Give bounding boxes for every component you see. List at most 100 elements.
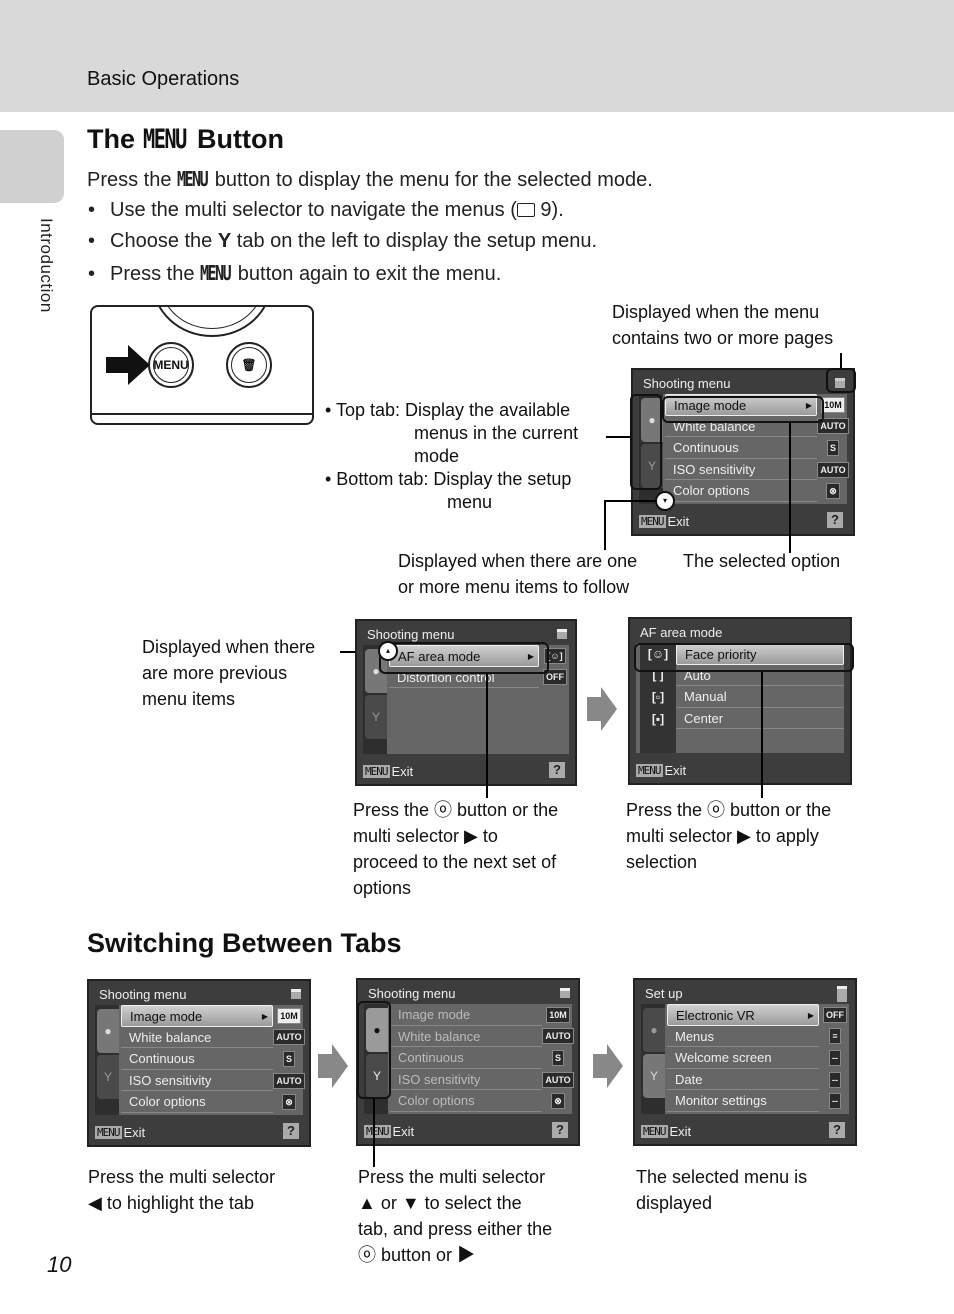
next-step-arrow-icon <box>593 1044 623 1088</box>
caption-line: Press the multi selector <box>358 1167 546 1187</box>
leader-line <box>373 1099 375 1167</box>
menu-row[interactable]: ISO sensitivity <box>665 459 817 481</box>
title-suffix: Button <box>189 124 285 154</box>
menu-glyph: MENU <box>200 261 232 285</box>
menu-badge-icon: MENU <box>364 1124 391 1138</box>
menu-row[interactable]: Date <box>667 1069 819 1091</box>
callout-tabs <box>357 1001 391 1099</box>
lcd-footer: MENU Exit ? <box>364 1121 572 1141</box>
note-selected-option: The selected option <box>683 551 841 571</box>
menu-row[interactable]: Image mode <box>390 1004 542 1026</box>
single-shot-icon: S <box>282 1050 295 1067</box>
menu-row[interactable]: Color options <box>121 1091 273 1113</box>
single-shot-icon: S <box>551 1049 564 1066</box>
lcd-rows: Image mode White balance Continuous ISO … <box>390 1004 542 1112</box>
bullet-item: • Use the multi selector to navigate the … <box>88 199 564 221</box>
menu-row[interactable]: ISO sensitivity <box>121 1070 273 1092</box>
menu-row[interactable]: Menus <box>667 1026 819 1048</box>
menu-row[interactable]: Continuous <box>121 1048 273 1070</box>
menu-row[interactable]: Manual <box>676 686 844 708</box>
menu-badge-icon: MENU <box>636 763 663 777</box>
bullet-item: • Press the MENU button again to exit the… <box>88 261 502 285</box>
note-line: mode <box>414 446 460 466</box>
exit-label: Exit <box>392 1123 415 1139</box>
note-line: Press the ⓞ button or the <box>353 800 559 820</box>
note-line: menus in the current <box>414 423 579 443</box>
leader-line <box>761 672 763 798</box>
lcd-title: Set up <box>645 986 683 1001</box>
section-label: Basic Operations <box>87 68 240 90</box>
camera-tab-icon[interactable]: ● <box>97 1009 119 1053</box>
note-previous: Displayed when there are more previous m… <box>142 634 315 712</box>
caption-line: ▲ or ▼ to select the <box>358 1193 522 1213</box>
callout-selected-option <box>379 642 549 674</box>
page-indicator-icon <box>291 989 301 999</box>
leader-line <box>840 353 842 368</box>
caption-line: The selected menu is <box>636 1167 808 1187</box>
lcd-rows: Image mode ▶ White balance Continuous ISO… <box>121 1005 273 1113</box>
help-icon[interactable]: ? <box>552 1122 568 1138</box>
camera-tab-icon[interactable]: ● <box>643 1008 665 1052</box>
menu-row[interactable]: Continuous <box>665 437 817 459</box>
menu-row[interactable]: White balance <box>390 1026 542 1048</box>
menu-row[interactable]: White balance <box>121 1027 273 1049</box>
submenu-arrow-icon: ▶ <box>807 1011 814 1020</box>
menu-row[interactable]: Color options <box>390 1090 542 1112</box>
caption-line: tab, and press either the <box>358 1219 553 1239</box>
help-icon[interactable]: ? <box>283 1123 299 1139</box>
lcd-setting-icons: 10M AUTO S AUTO ⊗ <box>817 394 849 502</box>
next-step-arrow-icon <box>587 687 617 731</box>
note-tabs: • Top tab: Display the available menus i… <box>325 399 578 514</box>
off-icon: OFF <box>823 1006 847 1023</box>
leader-line <box>486 674 488 798</box>
lcd-title: Shooting menu <box>643 376 731 391</box>
lcd-title: Shooting menu <box>367 627 455 642</box>
menu-row[interactable]: ISO sensitivity <box>390 1069 542 1091</box>
menu-row[interactable]: Welcome screen <box>667 1047 819 1069</box>
menu-badge-icon: MENU <box>639 514 666 528</box>
caption-step-2: Press the multi selector ▲ or ▼ to selec… <box>358 1164 552 1268</box>
lcd-rows: Electronic VR ▶ Menus Welcome screen Date… <box>667 1004 819 1112</box>
camera-edge <box>92 413 312 415</box>
note-line: Displayed when the menu <box>612 302 820 322</box>
note-line: Displayed when there <box>142 637 316 657</box>
lcd-switch-step-1: Shooting menu ● Y Image mode ▶ White bala… <box>87 979 311 1147</box>
auto-icon: AUTO <box>273 1072 305 1089</box>
side-tab-label: Introduction <box>37 218 56 313</box>
exit-label: Exit <box>123 1124 146 1140</box>
wrench-tab-icon[interactable]: Y <box>643 1054 665 1098</box>
menu-row[interactable]: Image mode ▶ <box>121 1005 273 1027</box>
menu-row[interactable]: Color options <box>665 480 817 502</box>
bullet-text: Press the <box>110 263 201 285</box>
scroll-up-indicator-icon: ▴ <box>378 641 398 661</box>
lcd-setting-icons: OFF ≡ -- -- -- <box>823 1004 847 1112</box>
wrench-tab-icon[interactable]: Y <box>365 695 387 739</box>
auto-icon: AUTO <box>273 1029 305 1046</box>
lcd-switch-step-3: Set up ● Y Electronic VR ▶ Menus Welcome … <box>633 978 857 1146</box>
single-shot-icon: S <box>826 439 839 456</box>
wrench-tab-icon[interactable]: Y <box>97 1055 119 1099</box>
lcd-tabs: ● Y <box>95 1005 119 1115</box>
lcd-body: ● Y Image mode White balance Continuous … <box>364 1004 574 1114</box>
menu-row[interactable]: Monitor settings <box>667 1090 819 1112</box>
help-icon[interactable]: ? <box>549 762 565 778</box>
callout-selected-option <box>634 643 854 672</box>
menu-row[interactable]: Center <box>676 708 844 730</box>
intro-paragraph: Press the MENU button to display the men… <box>87 167 653 192</box>
note-line: menu items <box>142 689 236 709</box>
menu-badge-icon: MENU <box>95 1125 122 1139</box>
camera-back-illustration: MENU 🗑 <box>90 305 314 425</box>
menu-row[interactable]: Continuous <box>390 1047 542 1069</box>
help-icon[interactable]: ? <box>829 1122 845 1138</box>
color-options-icon: ⊗ <box>826 483 840 500</box>
lcd-body: ● Y Electronic VR ▶ Menus Welcome screen … <box>641 1004 849 1114</box>
image-mode-icon: 10M <box>546 1006 570 1023</box>
lcd-body: ● Y Image mode ▶ White balance Continuous… <box>95 1005 305 1115</box>
menu-row[interactable]: Electronic VR ▶ <box>667 1004 819 1026</box>
lcd-title: Shooting menu <box>368 986 456 1001</box>
help-icon[interactable]: ? <box>827 512 843 528</box>
next-step-arrow-icon <box>318 1044 348 1088</box>
note-line: • Top tab: Display the available <box>325 400 571 420</box>
caption-line: displayed <box>636 1193 713 1213</box>
note-line: options <box>353 878 412 898</box>
